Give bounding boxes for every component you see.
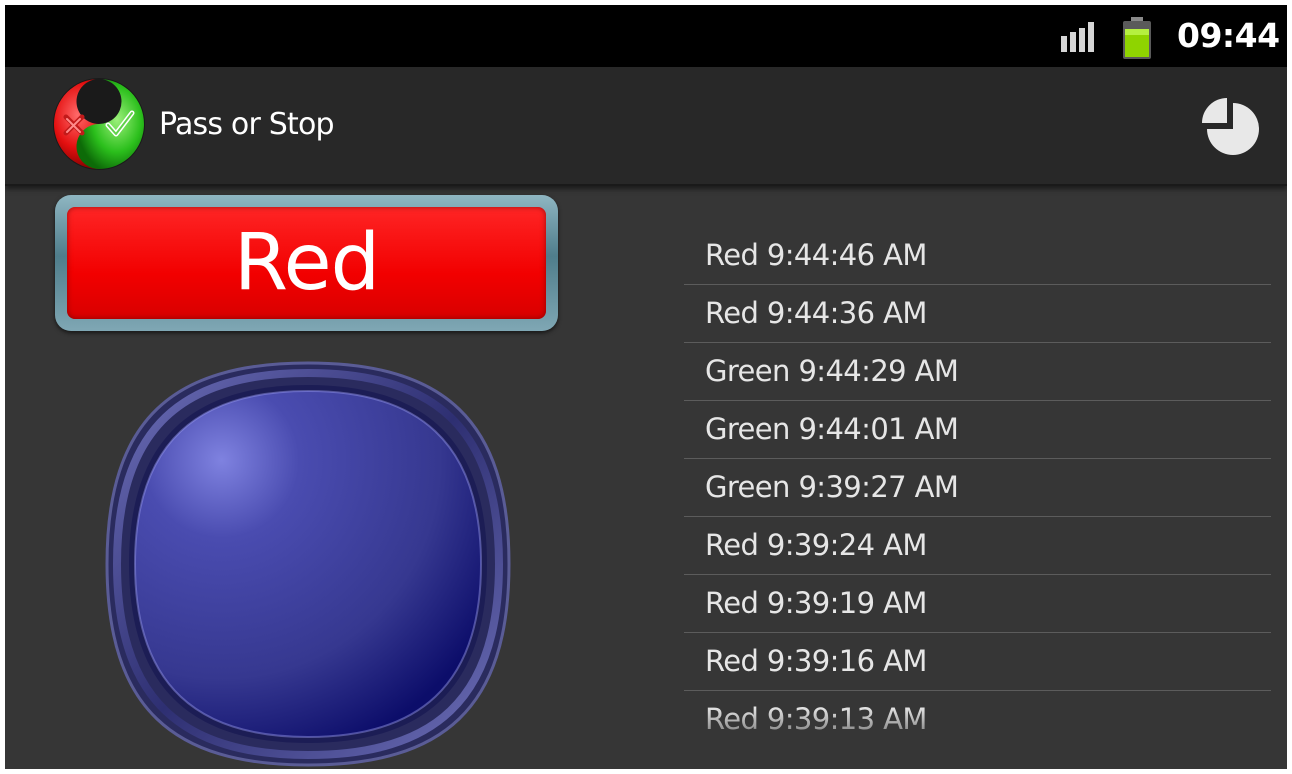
app-title: Pass or Stop <box>159 107 335 142</box>
list-item[interactable]: Green 9:44:01 AM <box>684 401 1271 459</box>
list-item[interactable]: Red 9:39:19 AM <box>684 575 1271 633</box>
pie-chart-icon[interactable] <box>1193 89 1265 161</box>
list-item[interactable]: Red 9:39:16 AM <box>684 633 1271 691</box>
battery-icon <box>1123 17 1151 59</box>
list-item[interactable]: Green 9:39:27 AM <box>684 459 1271 517</box>
action-bar: Pass or Stop <box>5 67 1287 186</box>
current-color-box: Red <box>67 207 546 319</box>
status-bar: 09:44 <box>5 5 1287 67</box>
status-clock: 09:44 <box>1177 16 1280 55</box>
current-color-label: Red <box>55 195 558 331</box>
signal-icon <box>1061 22 1094 52</box>
history-list[interactable]: Red 9:44:46 AM Red 9:44:36 AM Green 9:44… <box>684 227 1271 747</box>
big-color-button[interactable] <box>103 359 513 769</box>
pass-stop-logo-icon <box>53 78 145 170</box>
list-item[interactable]: Green 9:44:29 AM <box>684 343 1271 401</box>
list-item[interactable]: Red 9:44:36 AM <box>684 285 1271 343</box>
current-color-text: Red <box>233 218 380 308</box>
app-screen: 09:44 Pass or Stop Red Red 9:44:46 AM Re… <box>5 5 1287 769</box>
list-item[interactable]: Red 9:39:24 AM <box>684 517 1271 575</box>
list-item[interactable]: Red 9:39:13 AM <box>684 691 1271 747</box>
list-item[interactable]: Red 9:44:46 AM <box>684 227 1271 285</box>
